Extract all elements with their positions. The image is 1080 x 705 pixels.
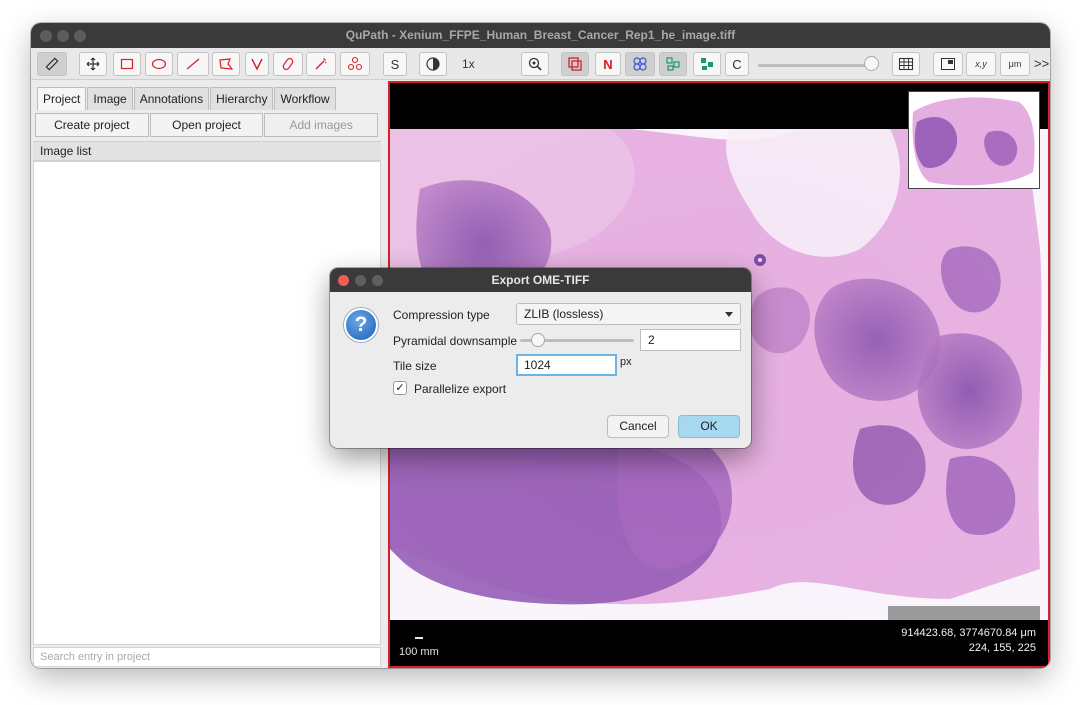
ellipse-icon xyxy=(151,58,167,70)
minimize-window-button[interactable] xyxy=(57,30,69,42)
project-button-row: Create project Open project Add images xyxy=(35,113,379,137)
main-toolbar: S 1x N C x,y μm >> xyxy=(31,48,1050,80)
chevron-down-icon xyxy=(725,312,733,317)
overview-thumbnail[interactable] xyxy=(908,91,1040,189)
points-tool-button[interactable] xyxy=(340,52,370,76)
ruler-icon xyxy=(45,57,59,71)
show-names-button[interactable]: N xyxy=(595,52,621,76)
tab-project[interactable]: Project xyxy=(37,87,87,110)
grid-icon xyxy=(898,57,914,71)
parallelize-export-label: Parallelize export xyxy=(414,382,507,396)
add-images-button[interactable]: Add images xyxy=(264,113,379,137)
tile-size-unit: px xyxy=(620,356,632,368)
question-icon: ? xyxy=(344,308,378,342)
status-bar-background xyxy=(888,606,1040,620)
c-tool-label: C xyxy=(732,56,742,72)
measurement-table-button[interactable] xyxy=(892,52,920,76)
dialog-zoom-button[interactable] xyxy=(372,275,383,286)
contrast-icon xyxy=(426,57,440,71)
scalebar-label: 100 mm xyxy=(399,646,439,658)
image-list-header: Image list xyxy=(33,141,381,161)
detections-icon xyxy=(666,57,680,71)
pyramidal-downsample-label: Pyramidal downsample xyxy=(393,334,518,348)
polygon-icon xyxy=(219,58,234,70)
ellipse-tool-button[interactable] xyxy=(145,52,173,76)
overview-toggle-button[interactable] xyxy=(933,52,963,76)
window-titlebar: QuPath - Xenium_FFPE_Human_Breast_Cancer… xyxy=(31,23,1050,48)
measure-tool-button[interactable] xyxy=(37,52,67,76)
dialog-title: Export OME-TIFF xyxy=(491,273,590,287)
scalebar-icon: μm xyxy=(1008,59,1022,69)
wand-icon xyxy=(315,58,327,70)
parallelize-checkbox[interactable]: ✓ xyxy=(393,381,407,395)
search-entry-input[interactable]: Search entry in project xyxy=(33,647,381,667)
show-detections-button[interactable] xyxy=(659,52,687,76)
export-ome-tiff-dialog: Export OME-TIFF ? Compression type ZLIB … xyxy=(330,268,751,448)
image-list[interactable] xyxy=(33,161,381,645)
window-title: QuPath - Xenium_FFPE_Human_Breast_Cancer… xyxy=(345,28,736,42)
location-toggle-button[interactable]: x,y xyxy=(966,52,996,76)
zoom-to-fit-button[interactable] xyxy=(521,52,549,76)
left-panel-tabs: Project Image Annotations Hierarchy Work… xyxy=(37,87,337,110)
polygon-tool-button[interactable] xyxy=(212,52,240,76)
tab-image[interactable]: Image xyxy=(87,87,133,110)
tab-annotations[interactable]: Annotations xyxy=(133,87,210,110)
line-icon xyxy=(186,58,200,70)
more-icon[interactable]: >> xyxy=(1034,52,1049,76)
zoom-level-label: 1x xyxy=(462,57,475,71)
dialog-minimize-button[interactable] xyxy=(355,275,366,286)
zoom-icon xyxy=(528,57,542,71)
compression-type-label: Compression type xyxy=(393,308,490,322)
s-tool-label: S xyxy=(390,56,400,72)
pixel-classifier-icon xyxy=(941,58,955,70)
wand-tool-button[interactable] xyxy=(306,52,336,76)
brush-tool-button[interactable] xyxy=(273,52,303,76)
cancel-button[interactable]: Cancel xyxy=(607,415,669,438)
coords-icon: x,y xyxy=(975,59,987,69)
dialog-titlebar: Export OME-TIFF xyxy=(330,268,751,292)
polyline-tool-button[interactable] xyxy=(245,52,269,76)
line-tool-button[interactable] xyxy=(177,52,209,76)
polyline-icon xyxy=(251,58,263,71)
rectangle-tool-button[interactable] xyxy=(113,52,141,76)
fill-detections-button[interactable] xyxy=(693,52,721,76)
opacity-slider-track[interactable] xyxy=(758,64,879,67)
tile-size-field[interactable]: 1024 xyxy=(516,354,617,376)
show-tma-grid-button[interactable] xyxy=(625,52,655,76)
opacity-slider-knob[interactable] xyxy=(864,56,879,71)
scalebar xyxy=(415,637,423,639)
selection-mode-button[interactable]: S xyxy=(383,52,407,76)
n-tool-label: N xyxy=(603,56,613,72)
compression-type-value: ZLIB (lossless) xyxy=(524,307,604,321)
points-icon xyxy=(347,56,363,71)
show-pixel-classification-button[interactable]: C xyxy=(725,52,749,76)
overlay-icon xyxy=(568,57,582,71)
dialog-close-button[interactable] xyxy=(338,275,349,286)
move-tool-button[interactable] xyxy=(79,52,107,76)
open-project-button[interactable]: Open project xyxy=(149,113,264,137)
ok-button[interactable]: OK xyxy=(678,415,740,438)
thumbnail-image xyxy=(909,92,1039,188)
zoom-window-button[interactable] xyxy=(74,30,86,42)
cursor-rgb-values: 224, 155, 225 xyxy=(968,642,1036,654)
show-annotations-button[interactable] xyxy=(561,52,589,76)
compression-type-select[interactable]: ZLIB (lossless) xyxy=(516,303,741,325)
close-window-button[interactable] xyxy=(40,30,52,42)
tab-hierarchy[interactable]: Hierarchy xyxy=(210,87,274,110)
tile-size-label: Tile size xyxy=(393,359,437,373)
scalebar-toggle-button[interactable]: μm xyxy=(1000,52,1030,76)
objects-icon xyxy=(701,58,713,70)
cursor-coordinates: 914423.68, 3774670.84 μm xyxy=(901,627,1036,639)
downsample-slider-knob[interactable] xyxy=(531,333,545,347)
brush-icon xyxy=(282,57,294,71)
create-project-button[interactable]: Create project xyxy=(35,113,149,137)
tab-workflow[interactable]: Workflow xyxy=(274,87,336,110)
move-icon xyxy=(86,57,100,71)
cells-icon xyxy=(633,57,647,71)
rectangle-icon xyxy=(120,58,134,70)
brightness-contrast-button[interactable] xyxy=(419,52,447,76)
cursor-location-readout: 914423.68, 3774670.84 μm 224, 155, 225 xyxy=(901,626,1036,656)
downsample-field[interactable]: 2 xyxy=(640,329,741,351)
